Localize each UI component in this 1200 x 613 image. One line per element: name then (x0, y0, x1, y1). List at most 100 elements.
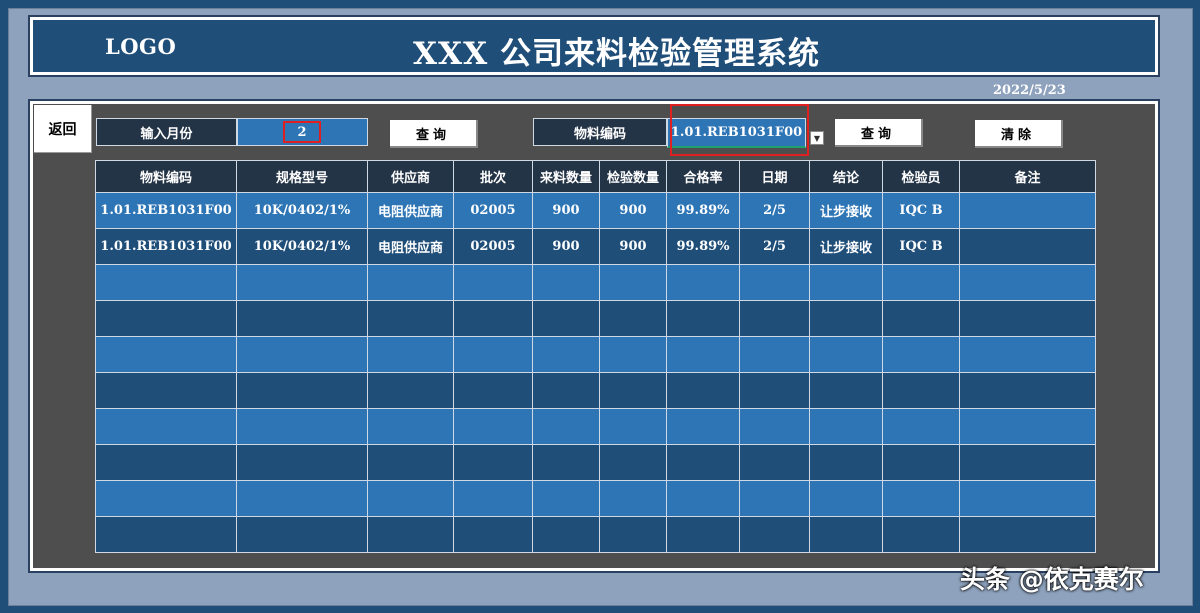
table-cell[interactable] (809, 264, 883, 301)
table-cell[interactable] (599, 408, 667, 445)
table-cell[interactable] (95, 264, 237, 301)
table-cell[interactable] (739, 480, 810, 517)
table-cell[interactable] (236, 372, 368, 409)
table-cell[interactable] (809, 444, 883, 481)
table-cell[interactable] (367, 264, 454, 301)
table-cell[interactable] (532, 516, 600, 553)
table-cell[interactable] (739, 408, 810, 445)
table-cell[interactable]: IQC B (882, 192, 960, 229)
table-row[interactable] (95, 408, 1096, 445)
table-cell[interactable] (739, 300, 810, 337)
table-cell[interactable] (236, 264, 368, 301)
month-input-value[interactable]: 2 (283, 121, 321, 143)
table-cell[interactable] (959, 336, 1096, 373)
table-cell[interactable] (532, 372, 600, 409)
table-cell[interactable] (809, 516, 883, 553)
table-cell[interactable] (882, 336, 960, 373)
table-cell[interactable] (809, 300, 883, 337)
table-cell[interactable] (882, 516, 960, 553)
table-cell[interactable]: 10K/0402/1% (236, 228, 368, 265)
table-cell[interactable] (959, 192, 1096, 229)
table-cell[interactable] (666, 480, 740, 517)
table-cell[interactable] (367, 372, 454, 409)
table-row[interactable]: 1.01.REB1031F00 10K/0402/1% 电阻供应商 02005 900 9… (95, 192, 1096, 229)
table-cell[interactable]: 900 (532, 192, 600, 229)
table-row[interactable] (95, 516, 1096, 553)
table-cell[interactable] (236, 300, 368, 337)
table-cell[interactable]: 900 (532, 228, 600, 265)
table-cell[interactable] (882, 264, 960, 301)
table-cell[interactable] (739, 444, 810, 481)
table-cell[interactable] (599, 336, 667, 373)
table-cell[interactable] (739, 336, 810, 373)
table-cell[interactable]: 10K/0402/1% (236, 192, 368, 229)
table-cell[interactable] (599, 372, 667, 409)
table-cell[interactable]: 让步接收 (809, 228, 883, 265)
table-cell[interactable]: 99.89% (666, 228, 740, 265)
table-cell[interactable]: 电阻供应商 (367, 228, 454, 265)
table-cell[interactable] (599, 300, 667, 337)
table-cell[interactable] (453, 408, 533, 445)
table-cell[interactable] (882, 300, 960, 337)
table-cell[interactable] (95, 444, 237, 481)
table-cell[interactable] (532, 300, 600, 337)
table-cell[interactable] (367, 408, 454, 445)
material-query-button[interactable]: 查询 (835, 119, 923, 147)
table-cell[interactable] (666, 264, 740, 301)
table-cell[interactable] (453, 444, 533, 481)
table-cell[interactable] (959, 372, 1096, 409)
table-cell[interactable] (739, 516, 810, 553)
table-cell[interactable] (367, 300, 454, 337)
table-cell[interactable] (367, 480, 454, 517)
table-row[interactable] (95, 480, 1096, 517)
table-cell[interactable]: 电阻供应商 (367, 192, 454, 229)
table-cell[interactable] (959, 408, 1096, 445)
table-cell[interactable] (532, 408, 600, 445)
table-cell[interactable] (599, 264, 667, 301)
back-button[interactable]: 返回 (34, 105, 92, 153)
table-cell[interactable] (532, 336, 600, 373)
table-cell[interactable] (95, 480, 237, 517)
material-code-select[interactable]: 1.01.REB1031F00 (667, 118, 806, 148)
table-cell[interactable] (666, 300, 740, 337)
table-row[interactable] (95, 372, 1096, 409)
table-cell[interactable]: 99.89% (666, 192, 740, 229)
table-cell[interactable] (599, 444, 667, 481)
table-cell[interactable] (666, 408, 740, 445)
table-cell[interactable] (236, 408, 368, 445)
table-cell[interactable] (959, 264, 1096, 301)
table-cell[interactable] (453, 480, 533, 517)
table-cell[interactable]: 900 (599, 192, 667, 229)
table-cell[interactable]: 900 (599, 228, 667, 265)
table-cell[interactable] (599, 480, 667, 517)
table-row[interactable] (95, 264, 1096, 301)
table-cell[interactable] (453, 372, 533, 409)
table-cell[interactable] (882, 444, 960, 481)
table-cell[interactable] (882, 372, 960, 409)
table-cell[interactable] (367, 444, 454, 481)
table-cell[interactable] (809, 336, 883, 373)
table-row[interactable]: 1.01.REB1031F00 10K/0402/1% 电阻供应商 02005 900 9… (95, 228, 1096, 265)
table-cell[interactable] (95, 516, 237, 553)
table-cell[interactable] (532, 480, 600, 517)
table-cell[interactable] (453, 264, 533, 301)
table-cell[interactable]: 1.01.REB1031F00 (95, 228, 237, 265)
table-cell[interactable] (236, 444, 368, 481)
table-cell[interactable] (882, 480, 960, 517)
table-cell[interactable] (959, 300, 1096, 337)
table-cell[interactable] (532, 444, 600, 481)
table-cell[interactable] (367, 336, 454, 373)
table-cell[interactable] (532, 264, 600, 301)
table-cell[interactable] (95, 336, 237, 373)
clear-button[interactable]: 清除 (975, 120, 1063, 148)
table-cell[interactable] (599, 516, 667, 553)
table-cell[interactable] (666, 336, 740, 373)
table-cell[interactable] (959, 444, 1096, 481)
table-cell[interactable] (236, 516, 368, 553)
table-row[interactable] (95, 300, 1096, 337)
table-cell[interactable] (809, 372, 883, 409)
table-cell[interactable] (236, 336, 368, 373)
table-cell[interactable] (739, 264, 810, 301)
table-cell[interactable]: 2/5 (739, 228, 810, 265)
table-cell[interactable] (882, 408, 960, 445)
